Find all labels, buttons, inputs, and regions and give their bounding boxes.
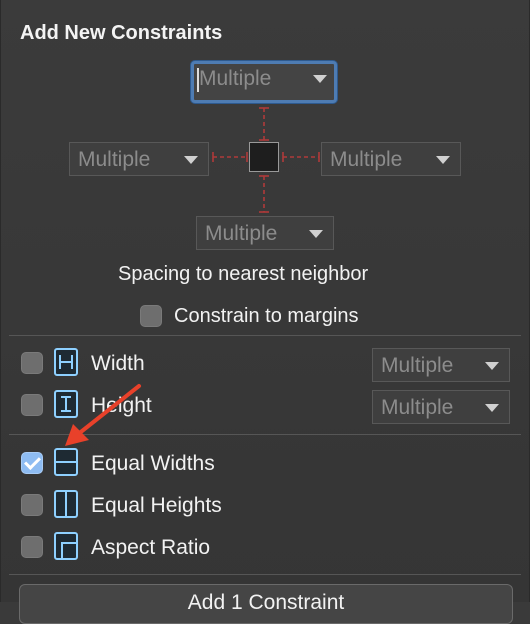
height-checkbox[interactable]: [21, 394, 43, 416]
chevron-down-icon[interactable]: [485, 362, 499, 370]
aspect-ratio-label: Aspect Ratio: [91, 536, 211, 559]
constrain-margins-label: Constrain to margins: [174, 305, 359, 327]
width-label: Width: [91, 352, 145, 375]
width-icon: [54, 348, 78, 376]
top-spacing-dropdown[interactable]: Multiple: [191, 61, 337, 103]
width-value: Multiple: [381, 354, 454, 377]
height-value: Multiple: [381, 396, 454, 419]
view-placeholder-box: [249, 142, 279, 172]
right-spacing-value: Multiple: [330, 148, 403, 171]
left-strut[interactable]: [211, 149, 249, 165]
annotation-arrow-icon: [65, 384, 141, 446]
aspect-ratio-checkbox[interactable]: [21, 536, 43, 558]
top-spacing-value: Multiple: [199, 67, 272, 90]
chevron-down-icon[interactable]: [485, 404, 499, 412]
aspect-ratio-icon: [54, 532, 78, 560]
panel-title: Add New Constraints: [20, 22, 223, 44]
chevron-down-icon[interactable]: [436, 156, 450, 164]
left-spacing-dropdown[interactable]: Multiple: [69, 142, 209, 176]
equal-heights-checkbox[interactable]: [21, 494, 43, 516]
chevron-down-icon[interactable]: [313, 75, 327, 83]
width-dropdown[interactable]: Multiple: [372, 348, 510, 382]
equal-heights-icon: [54, 490, 78, 518]
bottom-spacing-value: Multiple: [205, 222, 278, 245]
divider: [9, 574, 521, 575]
equal-heights-label: Equal Heights: [91, 494, 222, 517]
add-constraints-panel: Add New Constraints Multiple Multiple Mu…: [0, 0, 530, 624]
top-strut[interactable]: [256, 106, 272, 142]
right-strut[interactable]: [281, 149, 321, 165]
equal-widths-label: Equal Widths: [91, 452, 215, 475]
equal-widths-checkbox[interactable]: [21, 452, 43, 474]
chevron-down-icon[interactable]: [309, 230, 323, 238]
right-spacing-dropdown[interactable]: Multiple: [321, 142, 461, 176]
divider: [9, 335, 521, 336]
height-dropdown[interactable]: Multiple: [372, 390, 510, 424]
left-spacing-value: Multiple: [78, 148, 151, 171]
chevron-down-icon[interactable]: [184, 156, 198, 164]
constrain-margins-checkbox[interactable]: [140, 305, 162, 327]
spacing-caption: Spacing to nearest neighbor: [118, 263, 369, 285]
bottom-spacing-dropdown[interactable]: Multiple: [196, 216, 334, 250]
add-constraints-button[interactable]: Add 1 Constraint: [19, 584, 513, 624]
width-checkbox[interactable]: [21, 352, 43, 374]
equal-widths-icon: [54, 448, 78, 476]
bottom-strut[interactable]: [256, 174, 272, 214]
